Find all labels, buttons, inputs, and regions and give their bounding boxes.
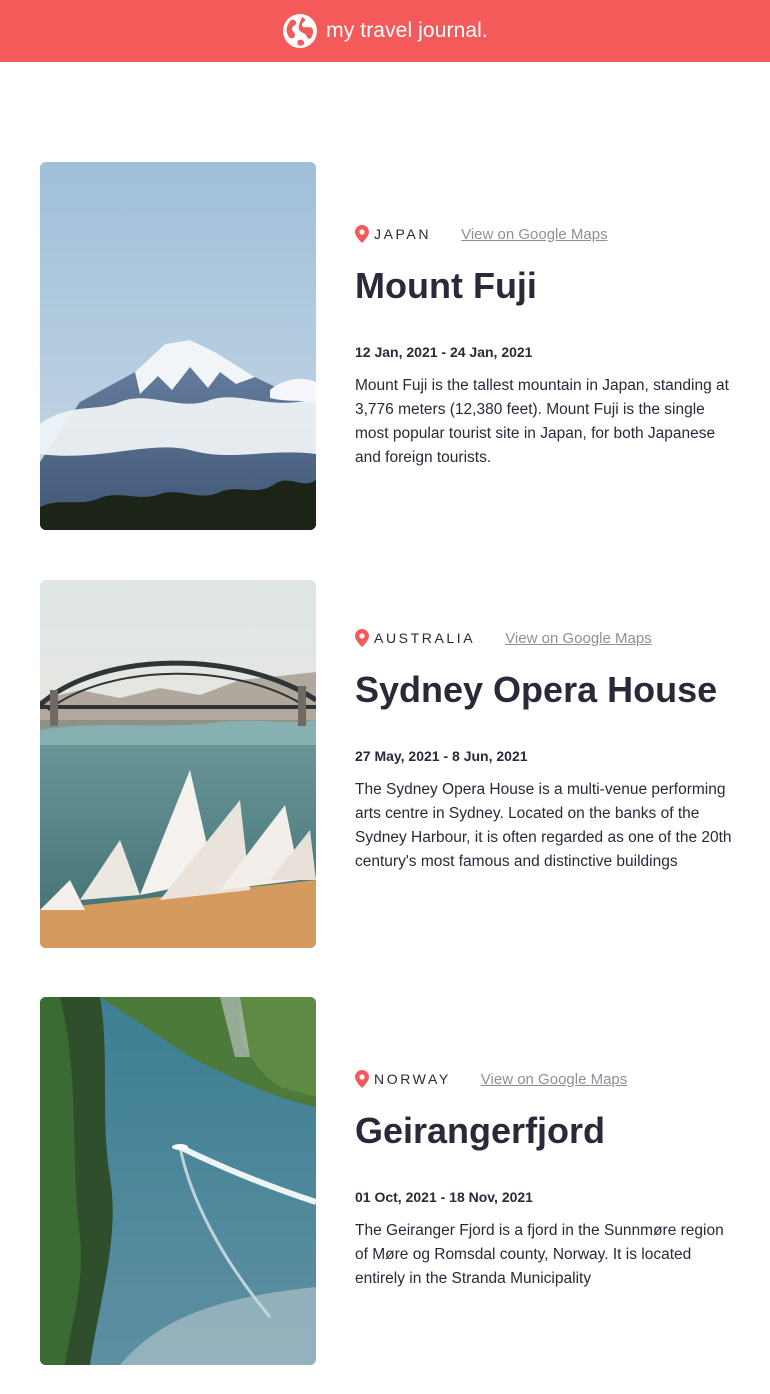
globe-icon	[283, 14, 318, 48]
view-on-google-maps-link[interactable]: View on Google Maps	[481, 1071, 627, 1088]
entry-dates: 27 May, 2021 - 8 Jun, 2021	[355, 747, 528, 764]
location-pin-icon	[355, 629, 369, 647]
view-on-google-maps-link[interactable]: View on Google Maps	[461, 226, 607, 243]
location-pin-icon	[355, 1070, 369, 1088]
entry-info: JAPAN View on Google Maps Mount Fuji 12 …	[355, 224, 740, 485]
entry-info: AUSTRALIA View on Google Maps Sydney Ope…	[355, 628, 740, 889]
entry-title: Sydney Opera House	[355, 669, 718, 710]
location-row: NORWAY View on Google Maps	[355, 1069, 740, 1089]
entry-photo-sydney-opera-house	[40, 580, 316, 948]
entry-dates: 01 Oct, 2021 - 18 Nov, 2021	[355, 1188, 533, 1205]
entry-photo-mount-fuji	[40, 162, 316, 530]
journal-entry: NORWAY View on Google Maps Geirangerfjor…	[40, 997, 740, 1367]
country-label: NORWAY	[374, 1071, 451, 1087]
journal-entry: JAPAN View on Google Maps Mount Fuji 12 …	[40, 162, 740, 532]
entry-title: Geirangerfjord	[355, 1110, 606, 1151]
country-label: AUSTRALIA	[374, 630, 476, 646]
entry-description: The Geiranger Fjord is a fjord in the Su…	[355, 1221, 724, 1287]
entry-description: Mount Fuji is the tallest mountain in Ja…	[355, 376, 729, 466]
location-pin-icon	[355, 225, 369, 243]
entry-description: The Sydney Opera House is a multi-venue …	[355, 780, 732, 870]
location-row: AUSTRALIA View on Google Maps	[355, 628, 740, 648]
view-on-google-maps-link[interactable]: View on Google Maps	[505, 630, 651, 647]
location-row: JAPAN View on Google Maps	[355, 224, 740, 244]
country-label: JAPAN	[374, 226, 432, 242]
navbar: my travel journal.	[0, 0, 770, 62]
entry-dates: 12 Jan, 2021 - 24 Jan, 2021	[355, 343, 533, 360]
entry-title: Mount Fuji	[355, 265, 537, 306]
brand[interactable]: my travel journal.	[282, 13, 488, 49]
journal-entry: AUSTRALIA View on Google Maps Sydney Ope…	[40, 580, 740, 950]
entry-photo-geirangerfjord	[40, 997, 316, 1365]
app-title: my travel journal.	[326, 19, 488, 42]
entry-info: NORWAY View on Google Maps Geirangerfjor…	[355, 1069, 740, 1306]
